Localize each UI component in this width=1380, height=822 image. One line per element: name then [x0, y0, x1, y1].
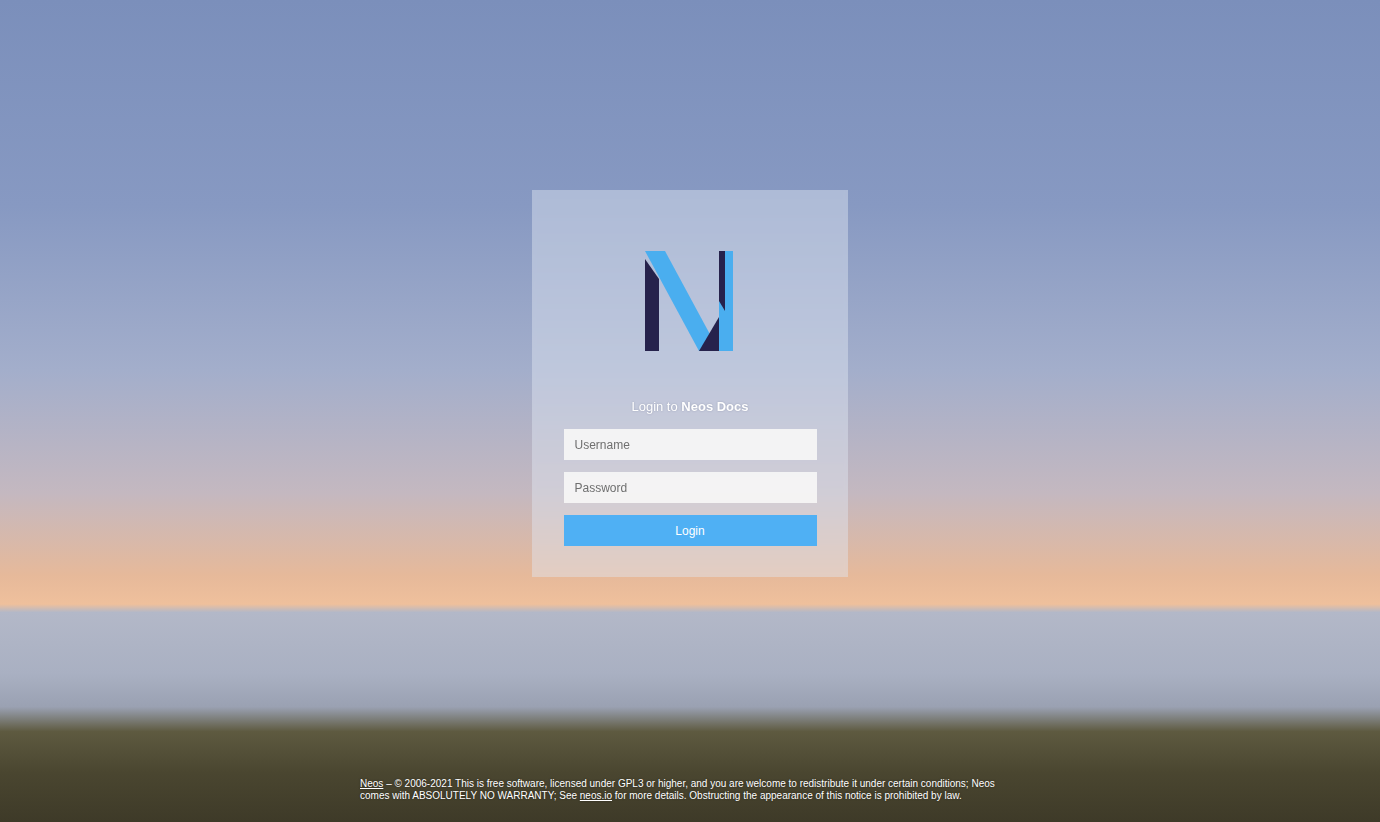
neos-logo-icon [645, 251, 735, 351]
login-title: Login to Neos Docs [631, 399, 748, 415]
login-form: Login [564, 429, 817, 546]
login-card: Login to Neos Docs Login [532, 190, 848, 577]
login-button[interactable]: Login [564, 515, 817, 546]
footer-link[interactable]: Neos [360, 778, 383, 789]
password-field[interactable] [564, 472, 817, 503]
footer-link[interactable]: neos.io [580, 790, 612, 801]
license-notice: Neos – © 2006-2021 This is free software… [360, 778, 1020, 802]
footer-text: for more details. Obstructing the appear… [612, 790, 962, 801]
site-name: Neos Docs [681, 399, 748, 414]
text-field[interactable] [564, 429, 817, 460]
login-page: Login to Neos Docs Login Neos – © 2006-202… [0, 0, 1380, 822]
